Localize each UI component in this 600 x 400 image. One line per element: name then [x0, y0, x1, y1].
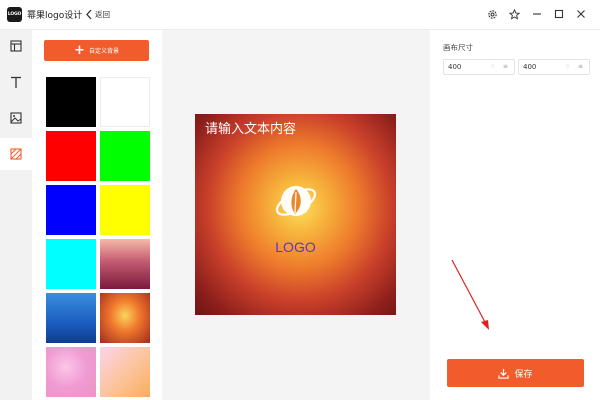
app-title: 幂果logo设计	[27, 11, 83, 21]
background-swatch[interactable]	[100, 239, 150, 289]
maximize-button[interactable]	[552, 7, 566, 21]
favorite-button[interactable]	[507, 7, 521, 21]
canvas-logo-text[interactable]: LOGO	[195, 239, 396, 255]
minimize-icon	[533, 13, 541, 15]
background-swatch[interactable]	[46, 293, 96, 343]
plus-icon: +	[74, 42, 85, 58]
background-swatch[interactable]	[46, 131, 96, 181]
custom-background-button[interactable]: + 自定义背景	[44, 40, 149, 61]
custom-background-label: 自定义背景	[88, 48, 119, 55]
tool-rail	[0, 30, 32, 400]
back-button[interactable]: 返回	[85, 7, 110, 22]
canvas-text-placeholder[interactable]: 请输入文本内容	[205, 118, 296, 137]
save-button[interactable]: 保存	[447, 359, 584, 387]
canvas-width-input[interactable]	[448, 62, 490, 72]
back-label: 返回	[95, 10, 110, 19]
download-icon	[498, 368, 510, 379]
settings-icon	[487, 9, 497, 19]
background-panel: + 自定义背景	[32, 30, 162, 400]
app-logo-badge: LOGO	[7, 7, 22, 22]
close-icon	[577, 10, 585, 18]
background-swatch[interactable]	[46, 347, 96, 397]
background-swatch[interactable]	[100, 347, 150, 397]
canvas-width-field[interactable]: ◇ ≡	[443, 59, 515, 75]
text-icon	[11, 76, 21, 88]
chevron-left-icon	[86, 9, 92, 20]
logo-emblem-icon[interactable]	[273, 180, 319, 222]
save-label: 保存	[514, 369, 533, 380]
spinner-icon[interactable]: ◇	[566, 63, 570, 69]
background-swatch[interactable]	[46, 239, 96, 289]
canvas-size-title: 画布尺寸	[443, 43, 473, 52]
minimize-button[interactable]	[530, 7, 544, 21]
close-button[interactable]	[574, 7, 588, 21]
title-bar: LOGO 幂果logo设计 返回	[0, 0, 600, 30]
rail-item-image[interactable]	[0, 102, 32, 134]
canvas-height-field[interactable]: ◇ ≡	[518, 59, 590, 75]
background-swatch[interactable]	[46, 185, 96, 235]
spinner-icon[interactable]: ◇	[491, 63, 495, 69]
rail-item-background[interactable]	[0, 138, 32, 170]
unit-icon: ≡	[503, 63, 509, 70]
rail-item-text[interactable]	[0, 66, 32, 98]
maximize-icon	[554, 9, 564, 19]
layout-icon	[10, 40, 22, 52]
star-icon	[508, 8, 520, 20]
unit-icon: ≡	[578, 63, 584, 70]
background-swatch[interactable]	[46, 77, 96, 127]
background-swatch[interactable]	[100, 131, 150, 181]
background-swatch[interactable]	[100, 293, 150, 343]
settings-button[interactable]	[485, 7, 499, 21]
image-icon	[10, 112, 22, 124]
background-swatch[interactable]	[100, 77, 150, 127]
properties-panel: 画布尺寸 ◇ ≡ ◇ ≡ 保存	[430, 30, 600, 400]
canvas-height-input[interactable]	[523, 62, 565, 72]
background-swatch[interactable]	[100, 185, 150, 235]
rail-item-layout[interactable]	[0, 30, 32, 62]
design-canvas[interactable]: 请输入文本内容 LOGO	[195, 114, 396, 315]
background-icon	[10, 148, 22, 160]
canvas-workarea: 请输入文本内容 LOGO	[162, 30, 430, 400]
